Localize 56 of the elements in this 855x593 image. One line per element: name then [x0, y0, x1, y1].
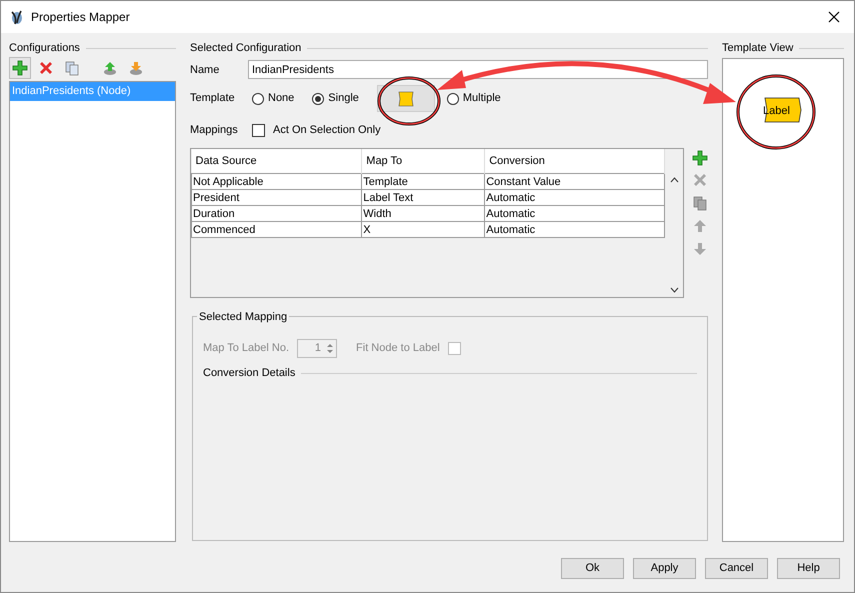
section-title: Selected Configuration [190, 40, 302, 56]
up-arrow-icon [692, 218, 708, 234]
close-icon[interactable] [828, 11, 840, 23]
field-label: Fit Node to Label [356, 341, 440, 356]
radio-button[interactable] [252, 92, 264, 104]
dialog-button[interactable]: Ok [561, 558, 624, 579]
table-cell: President [192, 190, 362, 206]
plus-icon [692, 150, 708, 166]
table-cell: Width [362, 206, 485, 222]
copy-icon [64, 60, 80, 76]
dialog-button[interactable]: Help [777, 558, 840, 579]
window-title: Properties Mapper [31, 9, 130, 26]
table-cell: X [362, 222, 485, 238]
radio-label: Multiple [462, 91, 501, 106]
table-cell: Automatic [484, 222, 664, 238]
radio-label: Single [328, 91, 359, 106]
section-title: Conversion Details [203, 366, 296, 381]
table-cell: Duration [192, 206, 362, 222]
template-preview-button[interactable] [376, 85, 435, 112]
column-header[interactable]: Data Source [192, 148, 362, 174]
table-cell: Label Text [362, 190, 485, 206]
plus-icon [12, 60, 28, 76]
table-cell: Automatic [484, 206, 664, 222]
copy-icon [692, 195, 708, 211]
checkbox-label: Act On Selection Only [273, 122, 381, 138]
field-label: Map To Label No. [203, 341, 290, 356]
app-icon [9, 9, 25, 25]
table-cell: Automatic [484, 190, 664, 206]
section-title: Configurations [9, 40, 80, 56]
table-cell: Not Applicable [192, 174, 362, 190]
section-title: Template View [722, 40, 794, 56]
node-shape-icon [396, 90, 415, 106]
import-icon [102, 60, 118, 76]
delete-icon [692, 172, 708, 188]
down-arrow-icon [692, 240, 708, 256]
plus-button[interactable] [690, 148, 710, 168]
radio-label: None [268, 91, 294, 106]
table-cell: Constant Value [484, 174, 664, 190]
column-header[interactable]: Map To [362, 148, 485, 174]
field-label: Mappings [190, 122, 239, 138]
field-label: Name [190, 62, 220, 78]
plus-button[interactable] [9, 57, 31, 79]
scroll-up-icon[interactable] [670, 176, 678, 182]
checkbox[interactable] [252, 124, 265, 136]
column-header[interactable]: Conversion [484, 148, 664, 174]
dialog-button[interactable]: Cancel [705, 558, 768, 579]
highlight-circle [378, 76, 440, 126]
export-icon [128, 60, 144, 76]
scroll-down-icon[interactable] [670, 286, 678, 292]
radio-button[interactable] [446, 92, 459, 104]
delete-icon [38, 60, 54, 76]
dialog-button[interactable]: Apply [633, 558, 696, 579]
table-cell: Template [362, 174, 485, 190]
radio-button[interactable] [312, 92, 324, 104]
table-cell: Commenced [192, 222, 362, 238]
field-label: Template [190, 91, 236, 106]
